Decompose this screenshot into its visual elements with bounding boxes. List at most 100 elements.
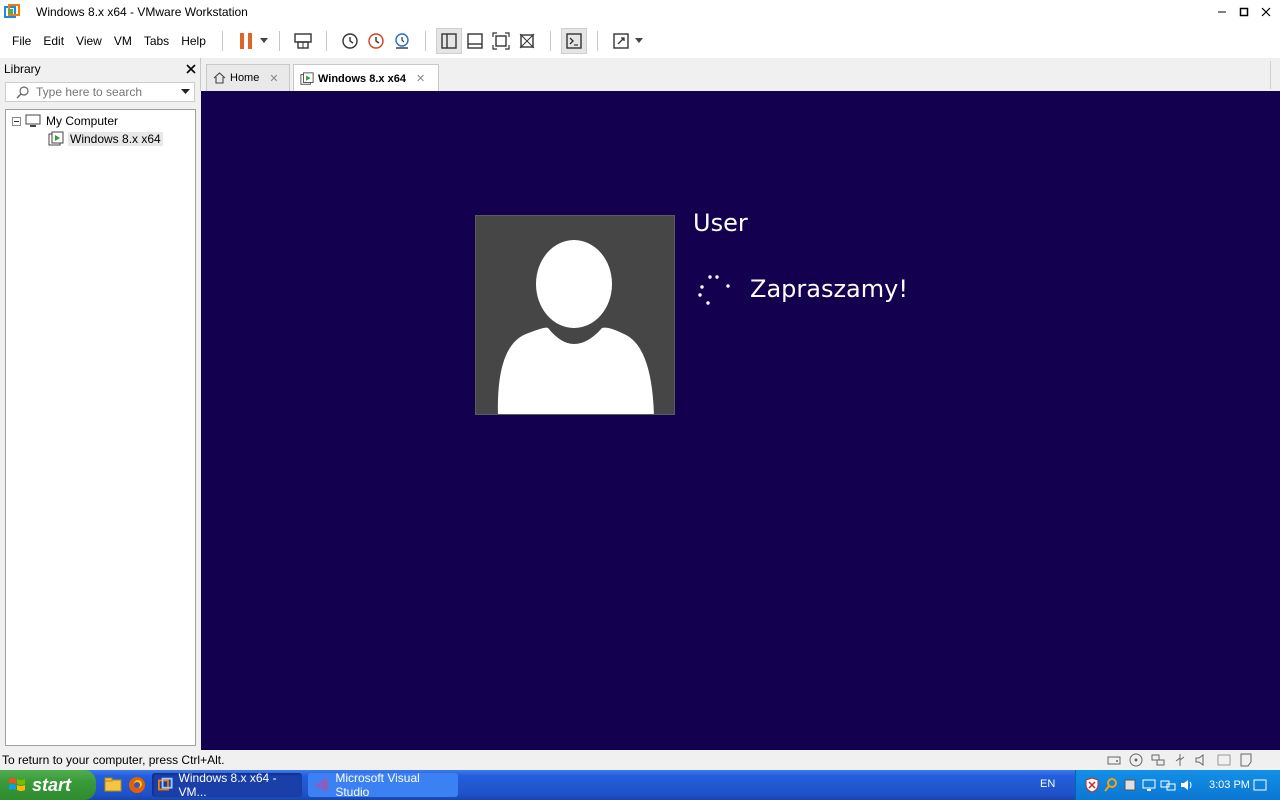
- sound-card-icon[interactable]: [1194, 752, 1210, 768]
- menu-help[interactable]: Help: [175, 29, 212, 53]
- usb-icon[interactable]: [1172, 752, 1188, 768]
- tree-label-windows-vm: Windows 8.x x64: [68, 132, 163, 146]
- library-search-input[interactable]: [36, 85, 176, 99]
- full-screen-button[interactable]: [488, 28, 514, 54]
- security-shield-icon[interactable]: [1084, 777, 1100, 793]
- collapse-icon[interactable]: [12, 116, 21, 126]
- network-tray-icon[interactable]: [1160, 777, 1176, 793]
- tray-icons: [1084, 777, 1195, 793]
- search-dropdown-icon[interactable]: [181, 89, 190, 95]
- taskbar-item-visual-studio[interactable]: Microsoft Visual Studio: [308, 771, 458, 799]
- show-desktop-icon[interactable]: [1252, 777, 1268, 793]
- toolbar-separator: [278, 31, 280, 51]
- snapshot-manager-icon: [395, 33, 409, 49]
- vmware-app-icon: [4, 4, 20, 18]
- device-status-icons: [1106, 752, 1254, 768]
- tab-windows-vm-label: Windows 8.x x64: [318, 72, 406, 85]
- minimize-icon: [1218, 11, 1226, 13]
- close-icon: [1261, 7, 1271, 17]
- tab-windows-vm-close-icon[interactable]: ✕: [416, 72, 425, 85]
- power-dropdown-button[interactable]: [259, 28, 269, 54]
- send-ctrl-alt-del-icon: [294, 33, 312, 49]
- menu-view[interactable]: View: [70, 29, 108, 53]
- menu-edit[interactable]: Edit: [37, 29, 70, 53]
- display-icon[interactable]: [1216, 752, 1232, 768]
- snapshot-manager-button[interactable]: [389, 28, 415, 54]
- send-ctrl-alt-del-button[interactable]: [290, 28, 316, 54]
- title-bar: Windows 8.x x64 - VMware Workstation: [0, 0, 1280, 24]
- close-button[interactable]: [1251, 0, 1280, 24]
- menu-vm[interactable]: VM: [108, 29, 138, 53]
- tray-clock[interactable]: 3:03 PM: [1209, 779, 1250, 791]
- revert-snapshot-button[interactable]: [363, 28, 389, 54]
- language-indicator[interactable]: EN: [1040, 778, 1055, 790]
- toolbar-separator: [325, 31, 327, 51]
- tab-bar-scroll[interactable]: [1270, 61, 1278, 89]
- taskbar-item-vmware-label: Windows 8.x x64 - VM...: [178, 771, 277, 799]
- vm-welcome-text: Zapraszamy!: [750, 275, 908, 303]
- system-tray: 3:03 PM: [1075, 770, 1280, 800]
- library-tree: My Computer Windows 8.x x64: [5, 109, 196, 746]
- tree-item-windows-vm[interactable]: Windows 8.x x64: [48, 130, 163, 148]
- cd-dvd-icon[interactable]: [1128, 752, 1144, 768]
- vmware-app-icon: [158, 777, 173, 791]
- hard-disk-icon[interactable]: [1106, 752, 1122, 768]
- show-library-button[interactable]: [435, 28, 462, 54]
- toolbar-separator: [549, 31, 551, 51]
- menu-toolbar-bar: File Edit View VM Tabs Help: [0, 24, 1280, 58]
- removable-device-icon[interactable]: [1122, 777, 1138, 793]
- show-library-icon: [441, 33, 457, 49]
- pause-button[interactable]: [233, 28, 259, 54]
- restore-icon: [1239, 7, 1249, 17]
- start-button[interactable]: start: [0, 770, 96, 800]
- revert-snapshot-icon: [368, 33, 384, 49]
- tab-windows-vm[interactable]: Windows 8.x x64 ✕: [293, 64, 439, 92]
- close-library-icon[interactable]: [186, 64, 196, 74]
- message-log-icon[interactable]: [1238, 752, 1254, 768]
- status-bar: To return to your computer, press Ctrl+A…: [0, 750, 1280, 770]
- tab-bar: Home ✕ Windows 8.x x64 ✕: [200, 58, 1280, 92]
- thumbnail-bar-icon: [467, 33, 483, 49]
- menu-tabs[interactable]: Tabs: [138, 29, 175, 53]
- stretch-dropdown-button[interactable]: [634, 28, 644, 54]
- vm-username: User: [693, 209, 748, 237]
- vm-running-icon: [48, 131, 64, 146]
- unity-button[interactable]: [514, 28, 540, 54]
- home-icon: [213, 72, 226, 84]
- dropdown-arrow-icon: [634, 38, 643, 43]
- thumbnail-bar-button[interactable]: [462, 28, 488, 54]
- tab-home[interactable]: Home ✕: [206, 64, 290, 91]
- taskbar-item-vmware[interactable]: Windows 8.x x64 - VM...: [152, 771, 302, 799]
- full-screen-icon: [492, 32, 510, 50]
- take-snapshot-button[interactable]: [337, 28, 363, 54]
- tree-item-my-computer[interactable]: My Computer: [12, 112, 119, 130]
- library-search-box[interactable]: [5, 82, 195, 102]
- file-explorer-icon[interactable]: [104, 776, 122, 794]
- windows-flag-icon: [9, 778, 25, 791]
- menu-file[interactable]: File: [6, 29, 37, 53]
- stretch-guest-button[interactable]: [608, 28, 634, 54]
- tree-label-my-computer: My Computer: [46, 114, 119, 128]
- library-panel: Library My Computer Windows 8.x x64: [0, 58, 200, 750]
- toolbar-separator: [424, 31, 426, 51]
- visual-studio-icon: [314, 778, 329, 792]
- snapshot-icon: [342, 33, 358, 49]
- tab-home-label: Home: [230, 72, 260, 84]
- computer-icon: [25, 114, 41, 127]
- firefox-icon[interactable]: [128, 776, 146, 794]
- dropdown-arrow-icon: [259, 38, 268, 43]
- vm-console[interactable]: User Zapraszamy!: [201, 91, 1280, 750]
- toolbar-separator: [596, 31, 598, 51]
- stretch-guest-icon: [613, 33, 629, 49]
- volume-icon[interactable]: [1179, 777, 1195, 793]
- display-tray-icon[interactable]: [1141, 777, 1157, 793]
- unity-icon: [519, 33, 535, 49]
- console-view-button[interactable]: [560, 28, 587, 54]
- console-view-icon: [566, 33, 582, 49]
- user-silhouette-icon: [497, 240, 654, 414]
- vm-running-icon: [300, 71, 314, 85]
- network-adapter-icon[interactable]: [1150, 752, 1166, 768]
- search-tray-icon[interactable]: [1103, 777, 1119, 793]
- pause-icon: [239, 33, 252, 49]
- tab-home-close-icon[interactable]: ✕: [269, 72, 278, 85]
